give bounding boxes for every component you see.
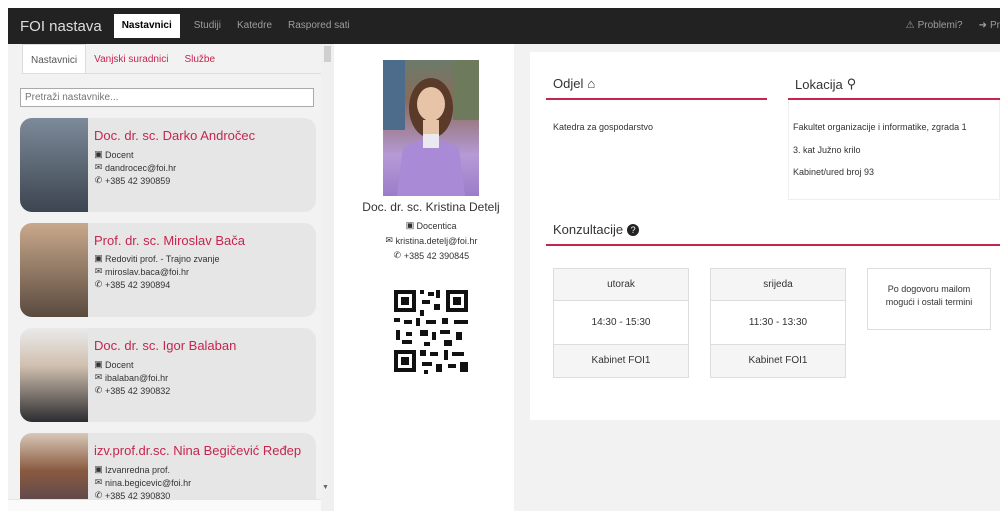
envelope-icon: ✉ — [94, 266, 103, 276]
teacher-email[interactable]: ibalaban@foi.hr — [105, 373, 168, 383]
home-icon: ⌂ — [587, 76, 596, 91]
consultation-note-line: mogući i ostali termini — [885, 297, 973, 307]
teacher-card[interactable]: Doc. dr. sc. Igor Balaban ▣ Docent ✉ ibala… — [20, 328, 316, 422]
nav-nastavnici[interactable]: Nastavnici — [113, 14, 180, 38]
top-navbar: FOI nastava Nastavnici Studiji Katedre R… — [8, 8, 1000, 44]
teacher-email[interactable]: nina.begicevic@foi.hr — [105, 478, 191, 488]
briefcase-icon: ▣ — [94, 359, 103, 369]
odjel-heading: Odjel ⌂ — [553, 76, 595, 91]
briefcase-icon: ▣ — [405, 220, 415, 230]
teacher-name[interactable]: izv.prof.dr.sc. Nina Begičević Ređep — [94, 443, 301, 458]
qr-code — [386, 282, 476, 382]
konzultacije-title: Konzultacije — [553, 222, 624, 237]
profile-photo — [383, 60, 479, 196]
scroll-down-arrow-icon[interactable]: ▼ — [322, 484, 329, 491]
consultation-slot: srijeda 11:30 - 13:30 Kabinet FOI1 — [710, 268, 846, 378]
teacher-tabs: Nastavnici Vanjski suradnici Službe — [22, 44, 322, 74]
map-marker-icon: ⚲ — [846, 76, 857, 91]
teachers-panel: Nastavnici Vanjski suradnici Službe Doc.… — [8, 44, 334, 511]
phone-icon: ✆ — [94, 175, 103, 185]
envelope-icon: ✉ — [94, 477, 103, 487]
teacher-title: Izvanredna prof. — [105, 464, 171, 475]
nav-right: ⚠ Problemi? ➜ Pr — [898, 8, 1000, 44]
consultation-note-line: Po dogovoru mailom — [887, 284, 971, 294]
vertical-scrollbar[interactable] — [321, 44, 334, 511]
teacher-photo — [20, 118, 88, 212]
search-input[interactable] — [20, 88, 314, 107]
consultation-day: utorak — [554, 269, 688, 301]
profile-phone: +385 42 390845 — [403, 250, 470, 261]
teacher-card[interactable]: Prof. dr. sc. Miroslav Bača ▣ Redoviti pr… — [20, 223, 316, 317]
lokacija-rule — [788, 98, 1000, 100]
teacher-email[interactable]: miroslav.baca@foi.hr — [105, 267, 189, 277]
consultation-day: srijeda — [711, 269, 845, 301]
qr-code-graphic — [394, 290, 468, 374]
consultation-time: 14:30 - 15:30 — [554, 301, 688, 345]
teacher-phone: +385 42 390832 — [105, 385, 171, 396]
teacher-card[interactable]: Doc. dr. sc. Darko Andročec ▣ Docent ✉ dan… — [20, 118, 316, 212]
consultation-time: 11:30 - 13:30 — [711, 301, 845, 345]
warning-icon: ⚠ — [905, 20, 915, 31]
teacher-phone: +385 42 390859 — [105, 175, 171, 186]
teacher-title: Docent — [105, 149, 134, 160]
envelope-icon: ✉ — [94, 162, 103, 172]
teacher-title: Redoviti prof. - Trajno zvanje — [105, 253, 220, 264]
consultation-slot: utorak 14:30 - 15:30 Kabinet FOI1 — [553, 268, 689, 378]
consultation-note: Po dogovoru mailom mogući i ostali termi… — [867, 268, 991, 330]
horizontal-scrollbar[interactable] — [8, 499, 321, 511]
login-icon: ➜ — [978, 20, 987, 31]
teacher-photo — [20, 223, 88, 317]
envelope-icon: ✉ — [94, 372, 103, 382]
nav-studiji[interactable]: Studiji — [186, 8, 229, 44]
profile-photo-graphic — [383, 60, 479, 196]
profile-name: Doc. dr. sc. Kristina Detelj — [362, 200, 500, 214]
scrollbar-thumb[interactable] — [324, 46, 331, 62]
brand-link[interactable]: FOI nastava — [8, 18, 114, 35]
profile-title: Docentica — [416, 220, 457, 231]
phone-icon: ✆ — [94, 385, 103, 395]
briefcase-icon: ▣ — [94, 464, 103, 474]
briefcase-icon: ▣ — [94, 149, 103, 159]
konzultacije-heading: Konzultacije ? — [553, 222, 640, 237]
nav-raspored-sati[interactable]: Raspored sati — [280, 8, 358, 44]
konzultacije-rule — [546, 244, 1000, 246]
question-circle-icon: ? — [627, 223, 640, 236]
lokacija-title: Lokacija — [795, 76, 843, 92]
lokacija-heading: Lokacija ⚲ — [795, 76, 856, 92]
profile-email[interactable]: kristina.detelj@foi.hr — [396, 236, 478, 246]
briefcase-icon: ▣ — [94, 253, 103, 263]
consultation-room: Kabinet FOI1 — [554, 345, 688, 377]
tab-sluzbe[interactable]: Službe — [176, 44, 223, 73]
nav-login-label: Pr — [990, 20, 1000, 31]
phone-icon: ✆ — [94, 279, 103, 289]
lokacija-line: 3. kat Južno krilo — [793, 145, 861, 155]
envelope-icon: ✉ — [385, 235, 393, 245]
nav-problems[interactable]: ⚠ Problemi? — [898, 8, 971, 44]
odjel-rule — [546, 98, 767, 100]
lokacija-line: Kabinet/ured broj 93 — [793, 167, 875, 177]
nav-problems-label: Problemi? — [917, 20, 963, 31]
tab-nastavnici[interactable]: Nastavnici — [22, 44, 87, 73]
teacher-photo — [20, 328, 88, 422]
consultation-room: Kabinet FOI1 — [711, 345, 845, 377]
odjel-value: Katedra za gospodarstvo — [553, 122, 654, 132]
lokacija-line: Fakultet organizacije i informatike, zgr… — [793, 122, 967, 132]
teacher-name[interactable]: Doc. dr. sc. Darko Andročec — [94, 128, 255, 143]
teacher-phone: +385 42 390894 — [105, 279, 171, 290]
teacher-name[interactable]: Doc. dr. sc. Igor Balaban — [94, 338, 236, 353]
tab-vanjski-suradnici[interactable]: Vanjski suradnici — [86, 44, 176, 73]
nav-login[interactable]: ➜ Pr — [971, 8, 1000, 44]
nav-katedre[interactable]: Katedre — [229, 8, 280, 44]
teacher-name[interactable]: Prof. dr. sc. Miroslav Bača — [94, 233, 245, 248]
teacher-title: Docent — [105, 359, 134, 370]
teacher-email[interactable]: dandrocec@foi.hr — [105, 163, 176, 173]
odjel-title: Odjel — [553, 76, 584, 91]
phone-icon: ✆ — [393, 250, 402, 260]
